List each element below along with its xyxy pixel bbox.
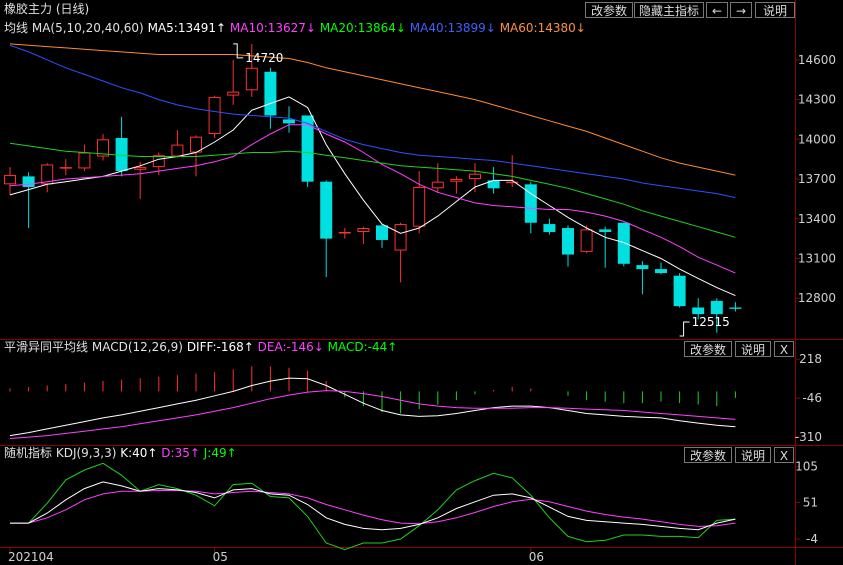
candle-body xyxy=(469,173,481,180)
extreme-price-label: 14720 xyxy=(245,51,283,65)
candle-body xyxy=(59,167,72,169)
candle-body xyxy=(134,167,147,170)
candle-body xyxy=(692,307,705,315)
kdj-axis-label: 51 xyxy=(803,496,818,510)
date-axis-label: 202104 xyxy=(8,550,54,564)
candle-body xyxy=(636,265,649,270)
price-axis-label: 14300 xyxy=(798,93,836,107)
price-axis-label: 14600 xyxy=(798,53,836,67)
candle-body xyxy=(376,225,388,240)
d-line xyxy=(10,490,736,527)
candle-body xyxy=(580,229,593,252)
k-line xyxy=(10,481,736,531)
candle-body xyxy=(673,275,686,307)
chart-canvas[interactable]: 14600 14300 14000 13700 13400 13100 12800 14720… xyxy=(0,0,843,565)
kdj-axis-label: 105 xyxy=(795,460,818,474)
candle-body xyxy=(450,179,463,182)
candle-body xyxy=(22,176,35,187)
price-axis-label: 12800 xyxy=(798,291,836,305)
ma-line-ma40 xyxy=(9,44,736,199)
date-axis-label: 06 xyxy=(529,550,544,564)
extreme-price-label: 12515 xyxy=(692,315,730,329)
candle-body xyxy=(431,181,444,189)
candle-body xyxy=(264,71,277,116)
candle-body xyxy=(729,307,742,309)
ma-line-ma5 xyxy=(9,96,736,297)
candle-body xyxy=(617,222,630,264)
candle-body xyxy=(394,224,407,251)
candle-body xyxy=(208,96,221,135)
macd-axis-label: -46 xyxy=(802,391,822,405)
candle-body xyxy=(655,269,667,274)
j-line xyxy=(10,462,736,551)
candle-body xyxy=(152,155,165,168)
extreme-marker-line xyxy=(679,321,690,337)
candle-body xyxy=(562,228,574,255)
date-axis-label: 05 xyxy=(213,550,228,564)
macd-axis-label: -310 xyxy=(795,430,822,444)
kdj-axis-label: -4 xyxy=(806,532,818,546)
candle-body xyxy=(338,232,351,234)
candle-body xyxy=(320,181,333,239)
dea-line xyxy=(9,390,736,439)
candle-body xyxy=(227,91,240,96)
candle-body xyxy=(283,119,295,124)
candle-body xyxy=(413,186,426,227)
candle-body xyxy=(4,175,16,185)
candle-body xyxy=(245,67,258,91)
price-axis-label: 13400 xyxy=(798,212,836,226)
candle-body xyxy=(599,229,612,233)
price-axis-label: 13700 xyxy=(798,172,836,186)
candle-body xyxy=(78,152,91,169)
price-axis-label: 14000 xyxy=(798,132,836,146)
candle-body xyxy=(171,144,184,157)
extreme-marker-line xyxy=(233,43,244,59)
candle-body xyxy=(357,228,370,233)
price-axis-label: 13100 xyxy=(798,251,836,265)
candle-body xyxy=(710,300,723,315)
macd-axis-label: 218 xyxy=(799,352,822,366)
candle-body xyxy=(543,224,556,233)
